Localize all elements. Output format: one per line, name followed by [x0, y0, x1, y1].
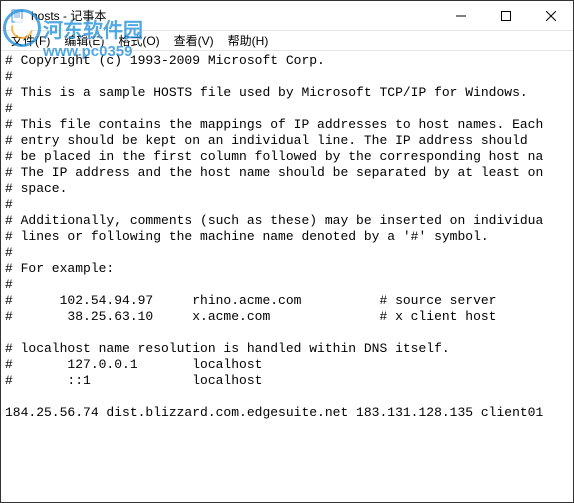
menu-edit[interactable]: 编辑(E) — [58, 30, 110, 51]
menu-file[interactable]: 文件(F) — [5, 30, 56, 51]
window-controls — [438, 1, 573, 30]
menubar: 文件(F) 编辑(E) 格式(O) 查看(V) 帮助(H) — [1, 31, 573, 51]
text-editor-content[interactable]: # Copyright (c) 1993-2009 Microsoft Corp… — [1, 51, 573, 423]
window-title: hosts - 记事本 — [31, 7, 106, 24]
menu-help[interactable]: 帮助(H) — [222, 30, 275, 51]
maximize-button[interactable] — [483, 1, 528, 31]
notepad-icon — [9, 8, 25, 24]
menu-view[interactable]: 查看(V) — [168, 30, 220, 51]
close-button[interactable] — [528, 1, 573, 31]
menu-format[interactable]: 格式(O) — [112, 30, 165, 51]
minimize-button[interactable] — [438, 1, 483, 31]
titlebar: hosts - 记事本 — [1, 1, 573, 31]
